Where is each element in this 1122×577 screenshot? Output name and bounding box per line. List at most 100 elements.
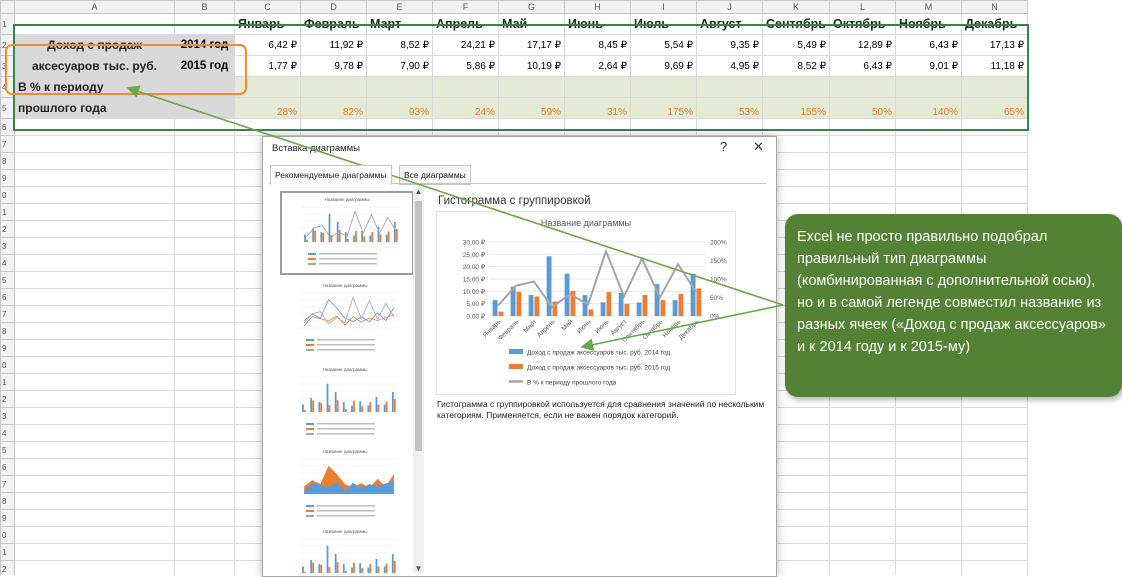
cell[interactable] <box>14 390 175 408</box>
cell[interactable] <box>174 492 235 510</box>
value-2014-cell[interactable]: 24,21 ₽ <box>432 34 499 56</box>
cell[interactable] <box>300 118 367 136</box>
cell[interactable] <box>14 13 175 35</box>
cell[interactable] <box>14 373 175 391</box>
row-header[interactable]: 5 <box>0 97 15 119</box>
cell[interactable] <box>829 135 896 153</box>
cell[interactable] <box>174 509 235 527</box>
select-all-corner[interactable] <box>0 0 15 14</box>
cell[interactable] <box>14 560 175 575</box>
row-header[interactable]: 4 <box>0 424 15 442</box>
cell[interactable] <box>174 458 235 476</box>
cell[interactable] <box>630 118 697 136</box>
cell[interactable] <box>14 424 175 442</box>
value-2014-cell[interactable]: 8,45 ₽ <box>564 34 631 56</box>
cell[interactable] <box>432 118 499 136</box>
thumbnail-area-chart[interactable]: Название диаграммы <box>280 445 410 525</box>
cell[interactable] <box>174 203 235 221</box>
column-header[interactable]: A <box>14 0 175 14</box>
cell[interactable] <box>895 543 962 561</box>
cell[interactable] <box>174 441 235 459</box>
cell[interactable] <box>14 458 175 476</box>
row-label-line2[interactable]: аксесуаров тыс. руб. <box>14 55 175 77</box>
cell[interactable] <box>14 118 175 136</box>
column-header[interactable]: M <box>895 0 962 14</box>
column-header[interactable]: N <box>961 0 1028 14</box>
column-header[interactable]: C <box>234 0 301 14</box>
cell[interactable] <box>961 509 1028 527</box>
month-header[interactable]: Июль <box>630 13 697 35</box>
cell[interactable] <box>234 76 301 98</box>
pct-value-cell[interactable]: 93% <box>366 97 433 119</box>
row-header[interactable]: 2 <box>0 560 15 575</box>
pct-value-cell[interactable]: 53% <box>696 97 763 119</box>
cell[interactable] <box>961 458 1028 476</box>
cell[interactable] <box>14 339 175 357</box>
pct-value-cell[interactable]: 28% <box>234 97 301 119</box>
cell[interactable] <box>895 135 962 153</box>
row-header[interactable]: 5 <box>0 271 15 289</box>
cell[interactable] <box>14 271 175 289</box>
cell[interactable] <box>174 271 235 289</box>
row-label-line1[interactable]: Доход с продаж <box>14 34 175 56</box>
value-2014-cell[interactable]: 6,42 ₽ <box>234 34 301 56</box>
pct-label-line2[interactable]: прошлого года <box>14 97 175 119</box>
cell[interactable] <box>829 424 896 442</box>
row-header[interactable]: 9 <box>0 169 15 187</box>
cell[interactable] <box>498 76 565 98</box>
cell[interactable] <box>14 254 175 272</box>
cell[interactable] <box>234 118 301 136</box>
row-header[interactable]: 7 <box>0 475 15 493</box>
tab-all-charts[interactable]: Все диаграммы <box>399 165 471 185</box>
column-header[interactable]: J <box>696 0 763 14</box>
cell[interactable] <box>961 135 1028 153</box>
cell[interactable] <box>895 186 962 204</box>
cell[interactable] <box>895 424 962 442</box>
cell[interactable] <box>961 186 1028 204</box>
pct-value-cell[interactable]: 50% <box>829 97 896 119</box>
cell[interactable] <box>895 407 962 425</box>
cell[interactable] <box>174 339 235 357</box>
cell[interactable] <box>762 118 830 136</box>
cell[interactable] <box>174 543 235 561</box>
cell[interactable] <box>14 407 175 425</box>
pct-value-cell[interactable]: 155% <box>762 97 830 119</box>
cell[interactable] <box>895 118 962 136</box>
cell[interactable] <box>174 135 235 153</box>
cell[interactable] <box>961 560 1028 575</box>
cell[interactable] <box>14 186 175 204</box>
scrollbar-thumb[interactable] <box>415 201 422 451</box>
value-2015-cell[interactable]: 9,01 ₽ <box>895 55 962 77</box>
cell[interactable] <box>961 543 1028 561</box>
cell[interactable] <box>174 526 235 544</box>
pct-value-cell[interactable]: 65% <box>961 97 1028 119</box>
cell[interactable] <box>564 76 631 98</box>
cell[interactable] <box>829 441 896 459</box>
tab-recommended-charts[interactable]: Рекомендуемые диаграммы <box>270 165 392 185</box>
cell[interactable] <box>174 220 235 238</box>
cell[interactable] <box>961 407 1028 425</box>
row-header[interactable]: 5 <box>0 441 15 459</box>
pct-value-cell[interactable]: 82% <box>300 97 367 119</box>
cell[interactable] <box>174 97 235 119</box>
month-header[interactable]: Сентябрь <box>762 13 830 35</box>
row-header[interactable]: 6 <box>0 458 15 476</box>
cell[interactable] <box>174 305 235 323</box>
value-2015-cell[interactable]: 2,64 ₽ <box>564 55 631 77</box>
cell[interactable] <box>829 526 896 544</box>
cell[interactable] <box>895 458 962 476</box>
cell[interactable] <box>961 492 1028 510</box>
value-2015-cell[interactable]: 1,77 ₽ <box>234 55 301 77</box>
row-header[interactable]: 3 <box>0 55 15 77</box>
scroll-down-icon[interactable]: ▼ <box>414 564 423 573</box>
cell[interactable] <box>961 76 1028 98</box>
cell[interactable] <box>300 76 367 98</box>
cell[interactable] <box>829 407 896 425</box>
cell[interactable] <box>829 169 896 187</box>
row-header[interactable]: 0 <box>0 186 15 204</box>
cell[interactable] <box>630 76 697 98</box>
cell[interactable] <box>14 543 175 561</box>
cell[interactable] <box>895 475 962 493</box>
close-button[interactable]: ✕ <box>753 139 764 155</box>
cell[interactable] <box>961 169 1028 187</box>
